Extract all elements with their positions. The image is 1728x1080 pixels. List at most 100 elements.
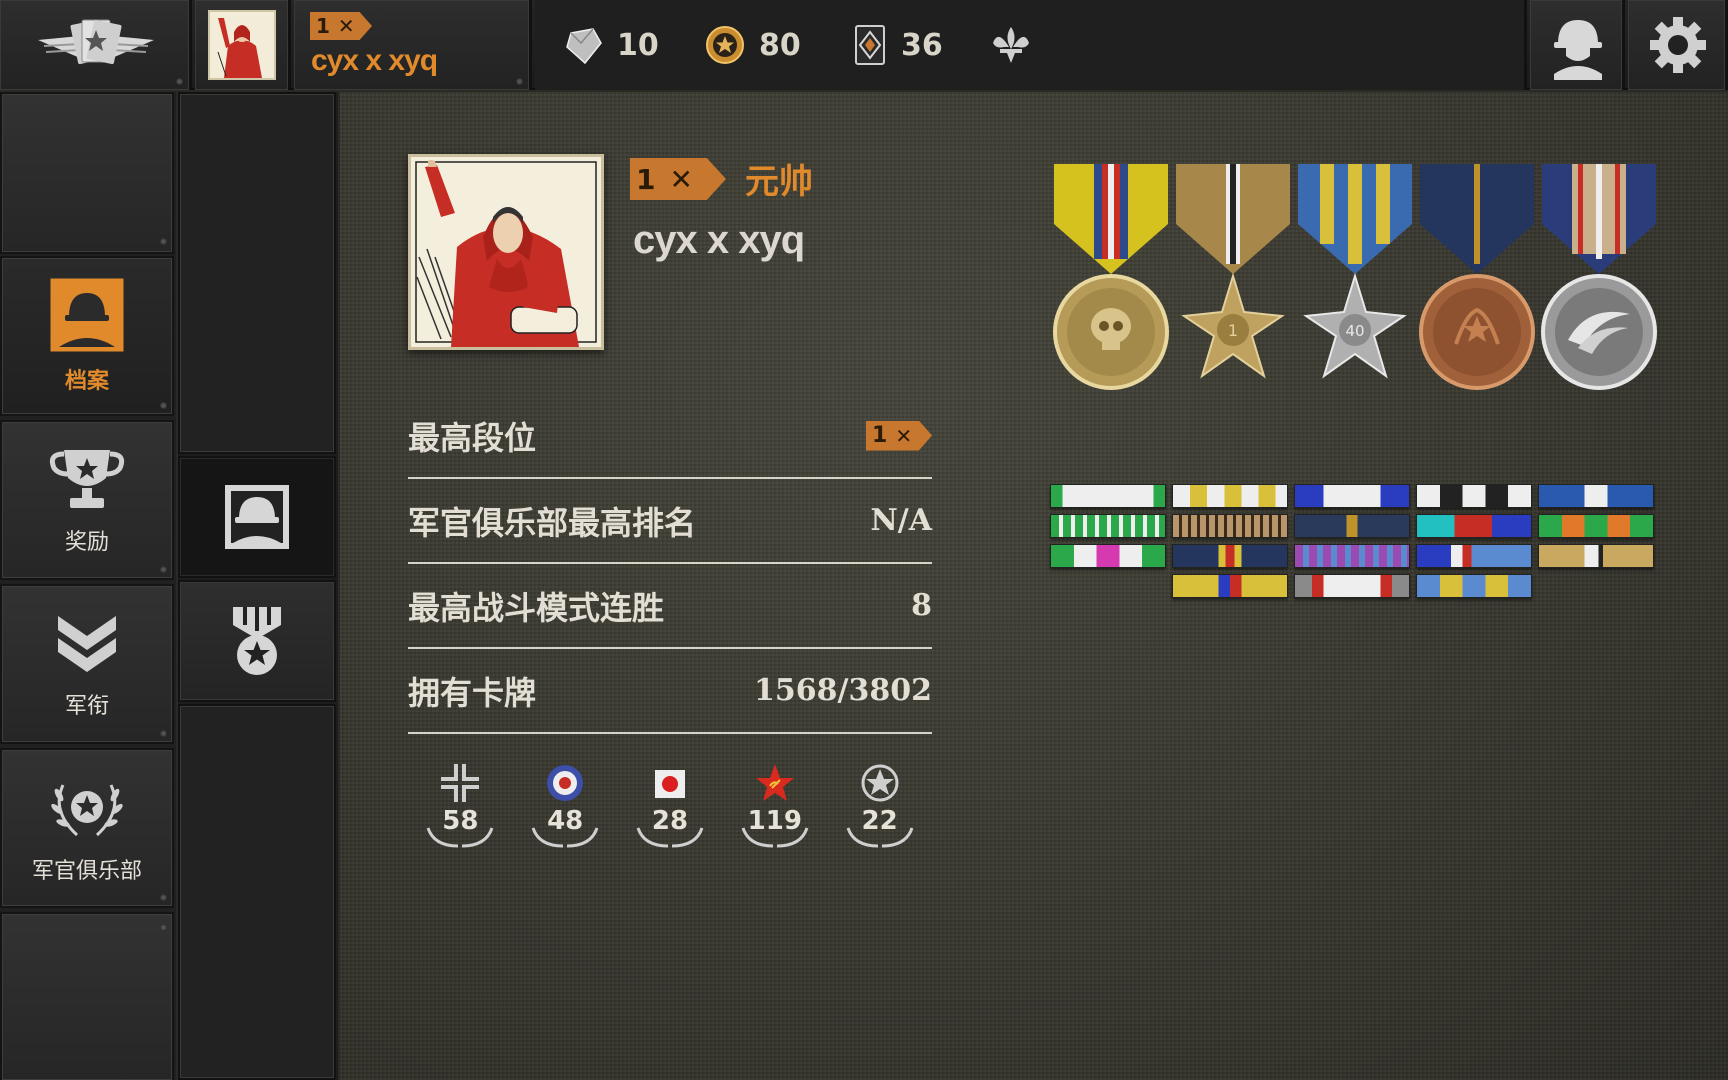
subnav-blank-top (178, 92, 336, 454)
rank-chip-number: 1 (316, 14, 330, 38)
ribbon[interactable] (1172, 484, 1288, 508)
highest-rank-chip: 1 ✕ (866, 420, 932, 451)
ribbon[interactable] (1416, 574, 1532, 598)
laurel-star-icon (51, 784, 123, 837)
medal-star-1[interactable]: 1 (1172, 164, 1294, 394)
rising-sun-flag-icon (654, 770, 685, 798)
profile-panel: 1 ✕ 元帅 cyx x xyq 最高段位 1 ✕ 军官俱乐部最高排名 N/A … (340, 92, 1728, 1080)
laurel-icon (531, 827, 599, 848)
subnav-item-profile[interactable] (178, 456, 336, 578)
faction-soviet[interactable]: 119 (722, 762, 827, 848)
ribbon[interactable] (1538, 544, 1654, 568)
diamond-resource[interactable]: 10 (563, 22, 659, 68)
gold-resource[interactable]: 80 (705, 22, 801, 68)
soviet-star-icon (755, 764, 794, 801)
rank-x-icon: ✕ (669, 162, 693, 196)
card-pack-resource[interactable]: 36 (853, 22, 943, 68)
laurel-icon (846, 827, 914, 848)
star-medal-icon: 1 (1176, 164, 1290, 379)
svg-text:1: 1 (1228, 321, 1238, 340)
laurel-icon (426, 827, 494, 848)
highest-rank-number: 1 (872, 423, 888, 448)
topbar-player-name: cyx x xyq (311, 44, 438, 77)
ribbon[interactable] (1172, 574, 1288, 598)
stats-list: 最高段位 1 ✕ 军官俱乐部最高排名 N/A 最高战斗模式连胜 8 拥有卡牌 1… (408, 394, 932, 734)
card-pack-icon (855, 25, 885, 65)
nav-item-rank[interactable]: 军衔 (0, 584, 174, 744)
fleur-resource[interactable] (990, 22, 1032, 68)
medal-skull[interactable] (1050, 164, 1172, 394)
ribbon[interactable] (1538, 484, 1654, 508)
us-star-icon (861, 764, 899, 802)
ribbon[interactable] (1294, 544, 1410, 568)
faction-japan[interactable]: 28 (618, 762, 723, 848)
ribbon[interactable] (1172, 544, 1288, 568)
faction-britain[interactable]: 48 (513, 762, 618, 848)
ribbon[interactable] (1294, 484, 1410, 508)
nav-blank-top (0, 92, 174, 254)
laurel-icon (741, 827, 809, 848)
ribbon[interactable] (1294, 574, 1410, 598)
faction-germany[interactable]: 58 (408, 762, 513, 848)
fleur-de-lis-icon (993, 27, 1029, 63)
ribbon[interactable] (1172, 514, 1288, 538)
settings-button[interactable] (1628, 0, 1728, 90)
bronze-medal-icon (1419, 164, 1535, 390)
stat-row-cards-owned: 拥有卡牌 1568/3802 (408, 649, 932, 734)
ribbon[interactable] (1538, 514, 1654, 538)
trophy-icon (49, 450, 125, 508)
helmet-portrait-icon (225, 485, 289, 549)
ribbon[interactable] (1416, 484, 1532, 508)
diamond-icon (566, 28, 602, 65)
ribbon[interactable] (1050, 484, 1166, 508)
medal-star-40[interactable]: 40 (1294, 164, 1416, 394)
ribbon[interactable] (1294, 514, 1410, 538)
medal-silver-wing[interactable] (1538, 164, 1660, 394)
player-name-panel[interactable]: 1 ✕ cyx x xyq (294, 0, 532, 90)
raf-roundel-icon (547, 765, 584, 801)
ribbon[interactable] (1416, 514, 1532, 538)
helmet-portrait-icon (50, 278, 124, 352)
sub-nav (178, 92, 338, 1080)
winged-cards-logo-icon (38, 19, 154, 65)
player-avatar-button[interactable] (195, 0, 291, 90)
stat-row-win-streak: 最高战斗模式连胜 8 (408, 564, 932, 649)
laurel-icon (636, 827, 704, 848)
nav-blank-bottom (0, 912, 174, 1080)
propaganda-portrait-image (411, 157, 601, 347)
stat-label: 拥有卡牌 (408, 673, 537, 712)
player-portrait[interactable] (408, 154, 604, 350)
stat-row-highest-rank: 最高段位 1 ✕ (408, 394, 932, 479)
profile-rank-number: 1 (636, 162, 656, 196)
nav-label-rank: 军衔 (64, 694, 109, 719)
top-bar: 1 ✕ cyx x xyq 10 80 36 (0, 0, 1728, 90)
rank-x-icon: ✕ (337, 14, 355, 38)
medal-bronze[interactable] (1416, 164, 1538, 394)
silver-star-medal-icon: 40 (1298, 164, 1412, 379)
soldier-profile-button[interactable] (1530, 0, 1625, 90)
nav-item-rewards[interactable]: 奖励 (0, 420, 174, 580)
stat-value: N/A (870, 503, 932, 538)
avatar (208, 10, 276, 80)
gold-count: 80 (759, 27, 801, 63)
soldier-helmet-icon (1554, 20, 1602, 80)
stat-label: 军官俱乐部最高排名 (408, 503, 697, 542)
stat-label: 最高战斗模式连胜 (408, 588, 665, 627)
chevron-rank-icon (58, 616, 116, 672)
svg-text:40: 40 (1345, 322, 1364, 340)
rank-chip: 1 ✕ (310, 12, 372, 40)
rank-title: 元帅 (745, 162, 813, 202)
left-nav: 档案 奖励 军衔 军官俱乐部 (0, 92, 176, 1080)
ribbon[interactable] (1050, 544, 1166, 568)
ribbon[interactable] (1050, 514, 1166, 538)
subnav-item-medals[interactable] (178, 580, 336, 702)
player-name: cyx x xyq (633, 218, 805, 262)
diamond-count: 10 (617, 27, 659, 63)
gold-coin-star-icon (706, 26, 744, 64)
ribbon[interactable] (1416, 544, 1532, 568)
nav-item-profile[interactable]: 档案 (0, 256, 174, 416)
gear-icon (1650, 17, 1706, 73)
nav-item-officers-club[interactable]: 军官俱乐部 (0, 748, 174, 908)
game-logo-button[interactable] (0, 0, 192, 90)
faction-usa[interactable]: 22 (827, 762, 932, 848)
